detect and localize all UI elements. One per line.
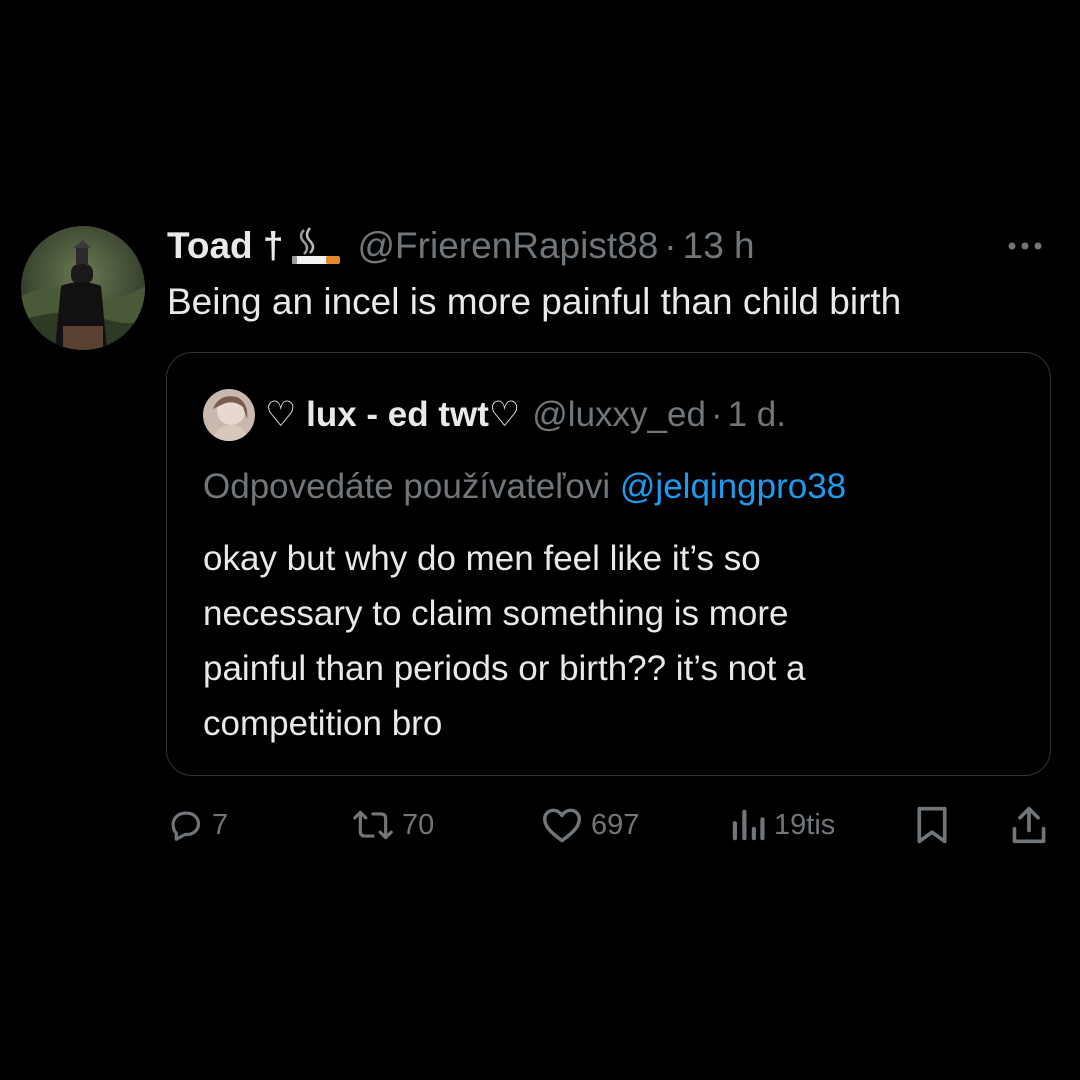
reply-count: 7	[212, 808, 229, 841]
retweet-icon	[352, 806, 394, 844]
tweet-header: Toad † @FrierenRapist88 · 13 h	[167, 222, 755, 270]
quoted-display-name[interactable]: ♡ lux - ed twt♡	[265, 391, 520, 439]
analytics-bars-icon	[730, 806, 766, 844]
like-button[interactable]: 697	[541, 800, 639, 850]
tweet-text: Being an incel is more painful than chil…	[167, 281, 902, 322]
user-handle[interactable]: @FrierenRapist88	[358, 222, 659, 270]
reply-button[interactable]: 7	[166, 800, 228, 850]
tweet-action-bar: 7 70 697 19tis	[0, 800, 1080, 850]
views-button[interactable]: 19tis	[730, 800, 835, 850]
tweet: Toad † @FrierenRapist88 · 13 h Being an …	[0, 0, 1080, 1080]
reply-icon	[166, 806, 204, 844]
quoted-text-line: competition bro	[203, 704, 443, 743]
share-icon	[1010, 805, 1048, 845]
display-name[interactable]: Toad †	[167, 222, 284, 270]
like-count: 697	[591, 808, 640, 841]
quoted-text-line: okay but why do men feel like it’s so	[203, 539, 761, 578]
replying-to-label: Odpovedáte používateľovi	[203, 467, 611, 506]
share-button[interactable]	[1010, 800, 1048, 850]
reply-mention-link[interactable]: @jelqingpro38	[620, 467, 846, 506]
quoted-tweet-timestamp[interactable]: 1 d.	[728, 391, 786, 439]
quoted-tweet-text: okay but why do men feel like it’s so ne…	[203, 531, 1023, 751]
quoted-separator-dot: ·	[710, 395, 723, 434]
heart-icon	[541, 806, 583, 844]
cigarette-emoji-icon	[290, 226, 350, 266]
tweet-timestamp[interactable]: 13 h	[683, 222, 755, 270]
quoted-text-line: painful than periods or birth?? it’s not…	[203, 649, 806, 688]
replying-to-line: Odpovedáte používateľovi @jelqingpro38	[203, 463, 846, 511]
user-avatar[interactable]	[21, 226, 145, 350]
bookmark-icon	[914, 805, 950, 845]
quoted-user-avatar[interactable]	[203, 389, 255, 441]
views-count: 19tis	[774, 808, 836, 841]
separator-dot: ·	[664, 225, 677, 266]
quoted-tweet[interactable]: ♡ lux - ed twt♡ @luxxy_ed · 1 d. Odpoved…	[166, 352, 1051, 776]
bookmark-button[interactable]	[914, 800, 950, 850]
quoted-text-line: necessary to claim something is more	[203, 594, 789, 633]
quoted-display-name-text: ♡ lux - ed twt♡	[265, 395, 521, 434]
quoted-user-handle[interactable]: @luxxy_ed	[532, 391, 706, 439]
retweet-button[interactable]: 70	[352, 800, 434, 850]
retweet-count: 70	[402, 808, 435, 841]
more-options-icon[interactable]	[1000, 226, 1050, 266]
quoted-tweet-header: ♡ lux - ed twt♡ @luxxy_ed · 1 d.	[265, 391, 786, 439]
